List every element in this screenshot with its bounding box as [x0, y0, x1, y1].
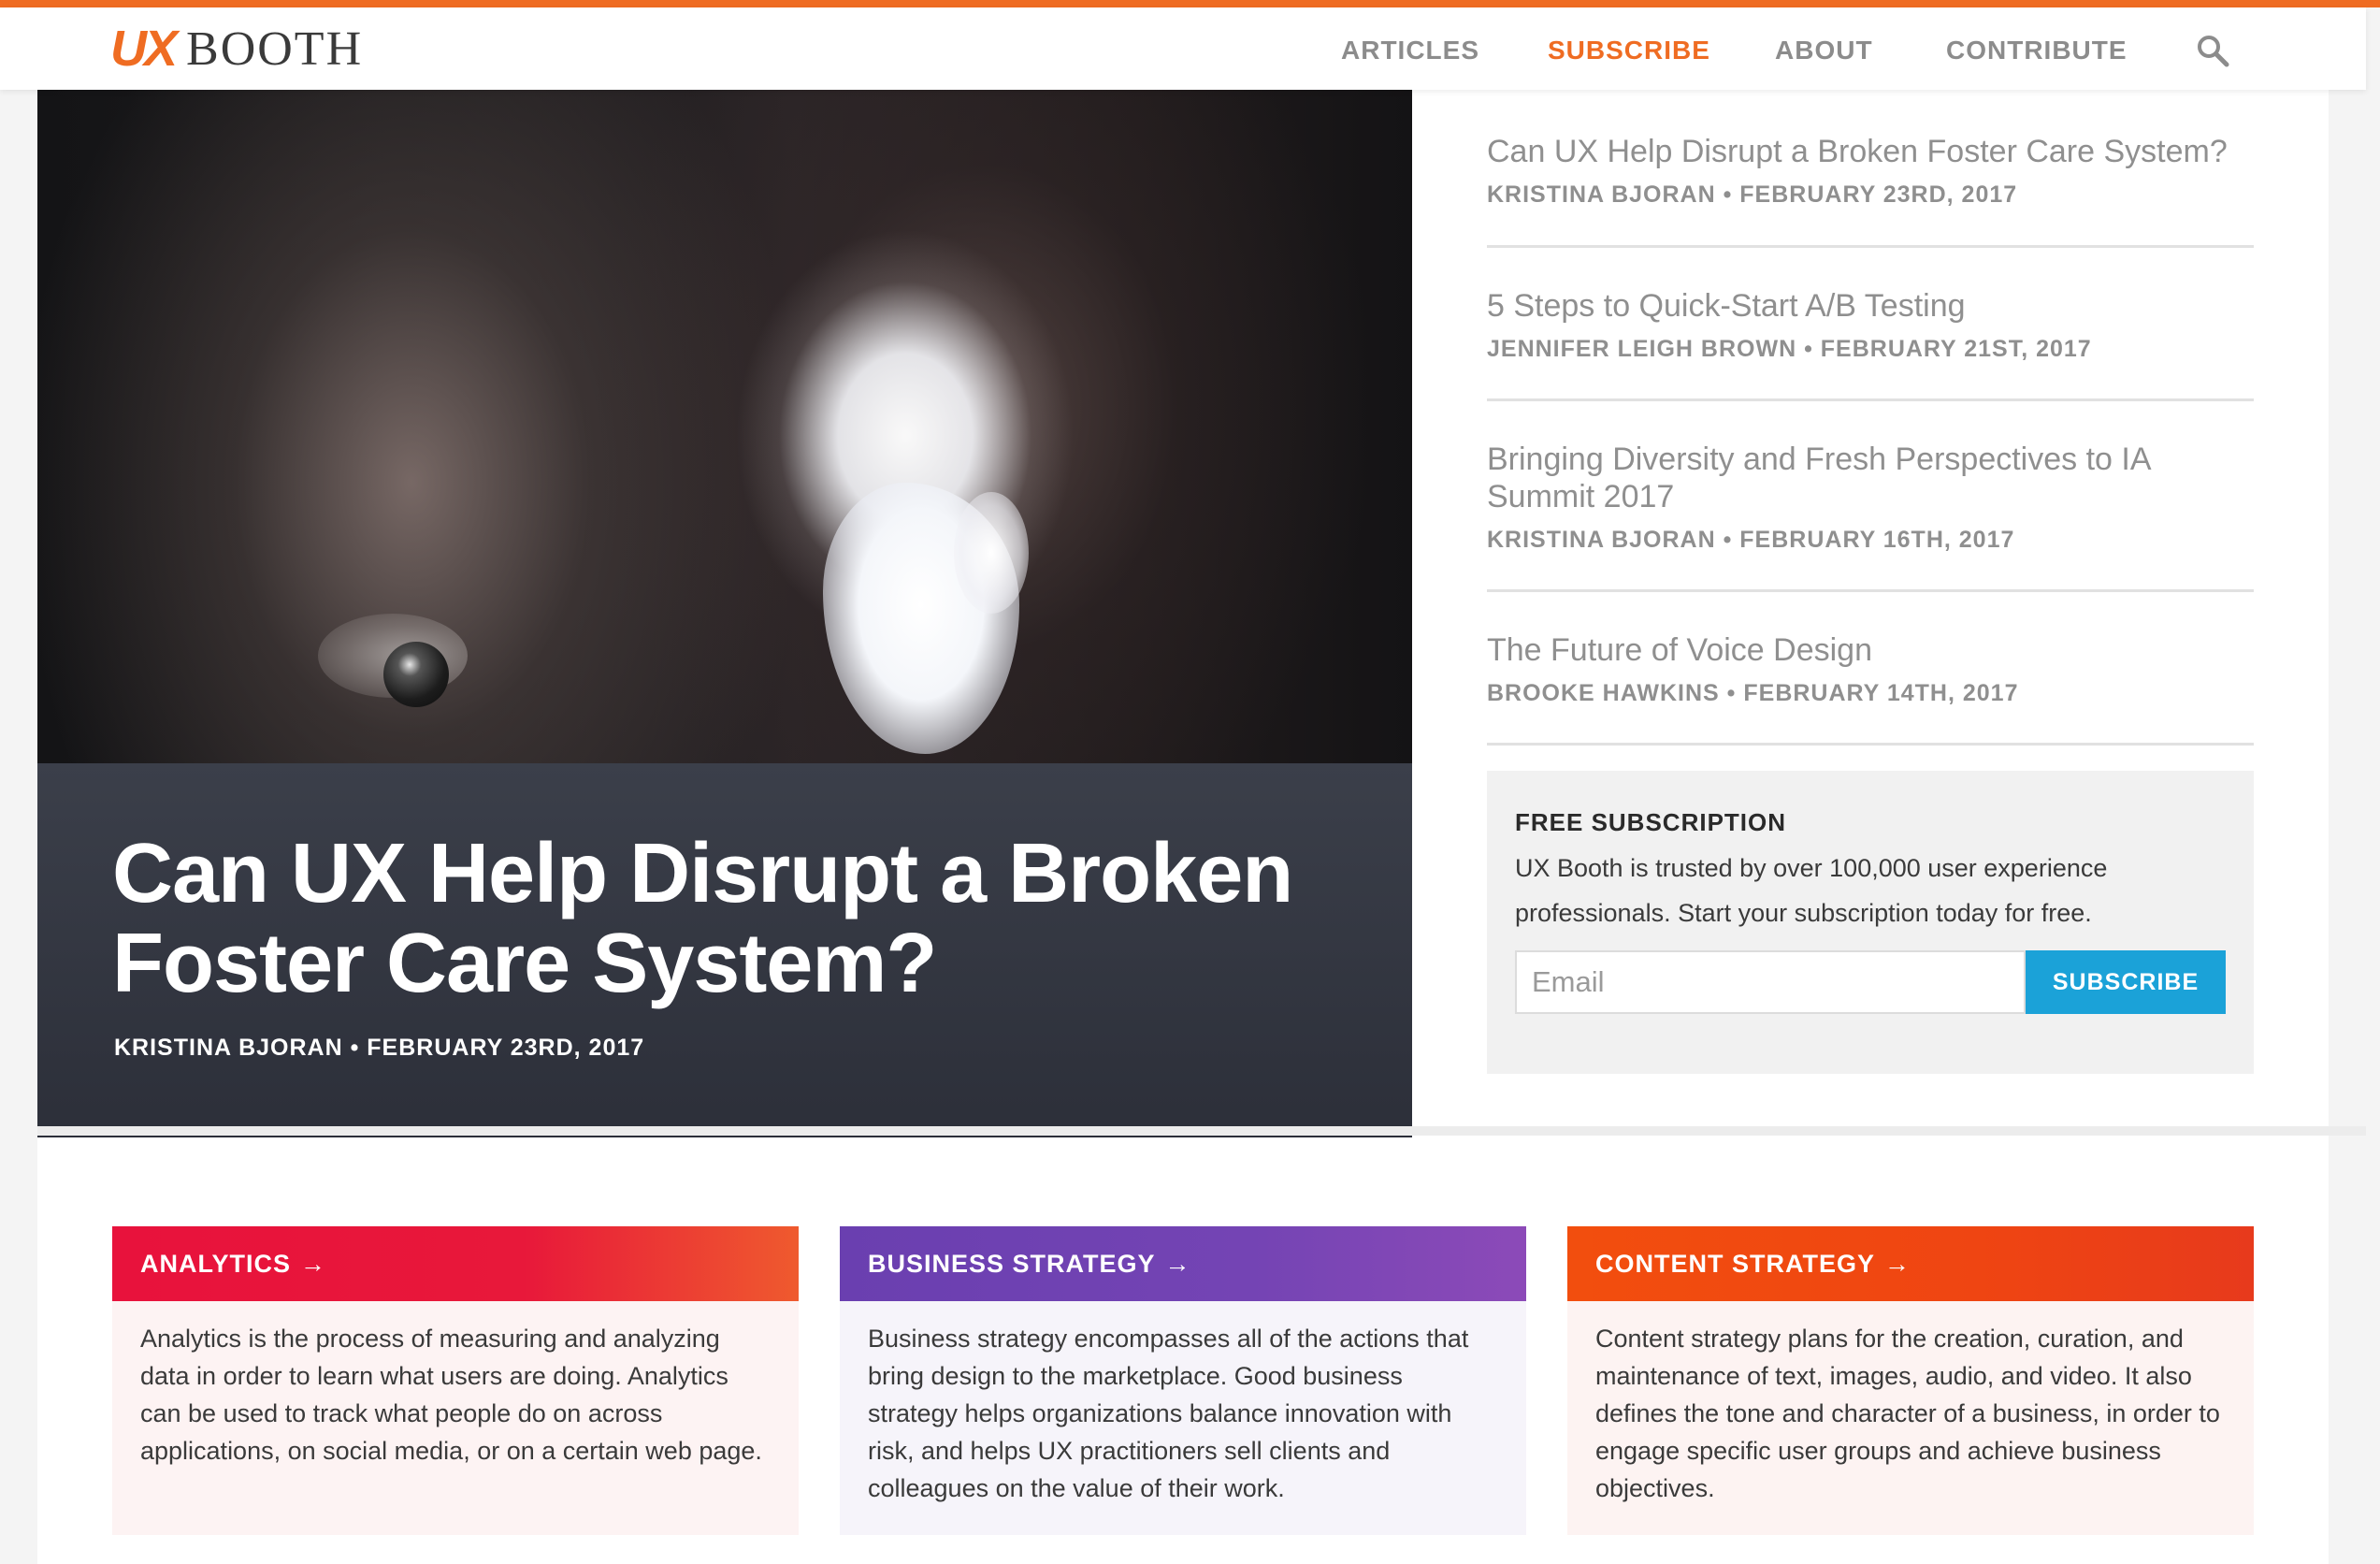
- article-link[interactable]: Bringing Diversity and Fresh Perspective…: [1487, 441, 2198, 515]
- category-description: Business strategy encompasses all of the…: [840, 1301, 1526, 1535]
- category-link-analytics[interactable]: ANALYTICS →: [112, 1226, 799, 1301]
- hero-meta: KRISTINA BJORAN • FEBRUARY 23RD, 2017: [114, 1035, 645, 1061]
- category-label: CONTENT STRATEGY: [1595, 1250, 1875, 1278]
- hero-feature[interactable]: Can UX Help Disrupt a Broken Foster Care…: [37, 90, 1412, 1137]
- search-icon[interactable]: [2194, 32, 2231, 69]
- subscription-box: FREE SUBSCRIPTION UX Booth is trusted by…: [1487, 771, 2254, 1074]
- hero-caption: Can UX Help Disrupt a Broken Foster Care…: [37, 763, 1412, 1137]
- list-item: Bringing Diversity and Fresh Perspective…: [1487, 401, 2254, 592]
- eye-iris: [383, 642, 449, 707]
- hero-image: [37, 90, 1412, 763]
- category-card-content-strategy: CONTENT STRATEGY → Content strategy plans…: [1567, 1226, 2254, 1535]
- list-item: 5 Steps to Quick-Start A/B Testing JENNI…: [1487, 248, 2254, 401]
- category-label: ANALYTICS: [140, 1250, 292, 1278]
- category-link-content-strategy[interactable]: CONTENT STRATEGY →: [1567, 1226, 2254, 1301]
- category-card-analytics: ANALYTICS → Analytics is the process of m…: [112, 1226, 799, 1535]
- article-link[interactable]: 5 Steps to Quick-Start A/B Testing: [1487, 287, 1966, 325]
- category-description: Analytics is the process of measuring an…: [112, 1301, 799, 1535]
- top-accent-bar: [0, 0, 2380, 7]
- nav-subscribe[interactable]: SUBSCRIBE: [1548, 36, 1710, 65]
- nav-contribute[interactable]: CONTRIBUTE: [1946, 36, 2128, 65]
- keyhole-light-upper: [954, 492, 1029, 614]
- logo-mark: UX: [110, 21, 178, 77]
- email-field[interactable]: [1515, 950, 2026, 1014]
- category-description: Content strategy plans for the creation,…: [1567, 1301, 2254, 1535]
- section-divider: [37, 1126, 2366, 1136]
- category-link-business-strategy[interactable]: BUSINESS STRATEGY →: [840, 1226, 1526, 1301]
- article-link[interactable]: Can UX Help Disrupt a Broken Foster Care…: [1487, 133, 2228, 170]
- article-meta: JENNIFER LEIGH BROWN • FEBRUARY 21ST, 20…: [1487, 336, 2092, 362]
- article-meta: BROOKE HAWKINS • FEBRUARY 14TH, 2017: [1487, 680, 2019, 706]
- nav-about[interactable]: ABOUT: [1775, 36, 1873, 65]
- subscription-text: UX Booth is trusted by over 100,000 user…: [1515, 854, 2108, 927]
- article-meta: KRISTINA BJORAN • FEBRUARY 16TH, 2017: [1487, 527, 2015, 553]
- hero-title[interactable]: Can UX Help Disrupt a Broken Foster Care…: [112, 829, 1365, 1008]
- list-item: The Future of Voice Design BROOKE HAWKIN…: [1487, 592, 2254, 746]
- subscription-heading: FREE SUBSCRIPTION: [1515, 808, 1787, 836]
- site-logo[interactable]: UX BOOTH: [110, 21, 363, 77]
- subscribe-button[interactable]: SUBSCRIBE: [2026, 950, 2226, 1014]
- site-header: UX BOOTH ARTICLES SUBSCRIBE ABOUT CONTRI…: [0, 7, 2366, 90]
- arrow-right-icon: →: [1884, 1250, 1911, 1278]
- arrow-right-icon: →: [1164, 1250, 1191, 1278]
- article-meta: KRISTINA BJORAN • FEBRUARY 23RD, 2017: [1487, 181, 2018, 208]
- nav-articles[interactable]: ARTICLES: [1341, 36, 1479, 65]
- category-card-business-strategy: BUSINESS STRATEGY → Business strategy enc…: [840, 1226, 1526, 1535]
- list-item: Can UX Help Disrupt a Broken Foster Care…: [1487, 90, 2254, 248]
- article-link[interactable]: The Future of Voice Design: [1487, 631, 1872, 669]
- category-label: BUSINESS STRATEGY: [868, 1250, 1156, 1278]
- arrow-right-icon: →: [300, 1250, 327, 1278]
- logo-text: BOOTH: [186, 22, 364, 76]
